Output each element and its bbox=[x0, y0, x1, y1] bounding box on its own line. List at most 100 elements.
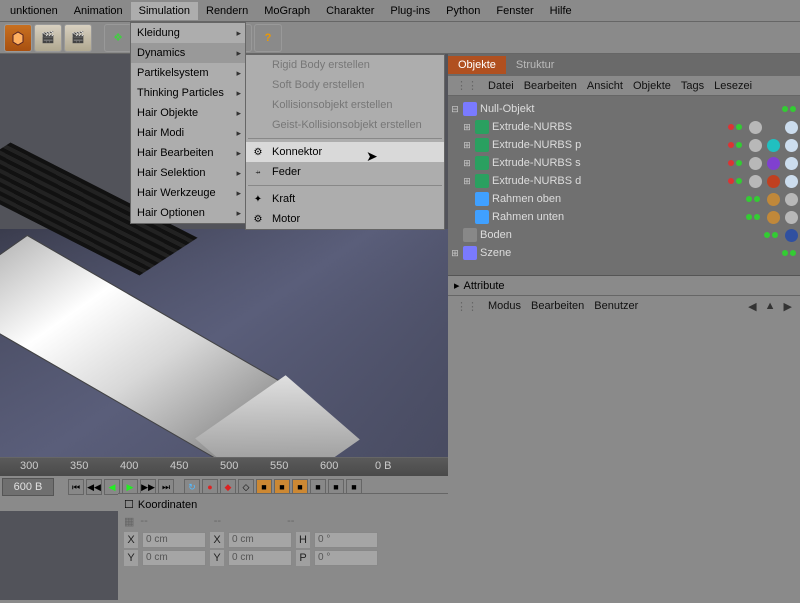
object-name[interactable]: Szene bbox=[480, 247, 779, 259]
tab-objekte[interactable]: Objekte bbox=[448, 56, 506, 74]
object-name[interactable]: Extrude-NURBS p bbox=[492, 139, 725, 151]
object-name[interactable]: Null-Objekt bbox=[480, 103, 779, 115]
expand-icon[interactable]: ⊞ bbox=[450, 248, 460, 259]
om-lesezeichen[interactable]: Lesezei bbox=[714, 80, 752, 92]
tree-row[interactable]: ⊞ Extrude-NURBS p bbox=[450, 136, 798, 154]
tag-icon[interactable] bbox=[785, 211, 798, 224]
fld-sx[interactable]: 0 cm bbox=[228, 532, 292, 548]
fld-x[interactable]: 0 cm bbox=[142, 532, 206, 548]
tag-icon[interactable] bbox=[767, 175, 780, 188]
menu-plugins[interactable]: Plug-ins bbox=[382, 2, 438, 20]
sim-item-hair-modi[interactable]: Hair Modi bbox=[131, 123, 245, 143]
sim-item-thinking-particles[interactable]: Thinking Particles bbox=[131, 83, 245, 103]
tool-a[interactable]: ❖ bbox=[104, 24, 132, 52]
nav-fwd[interactable]: ▶ bbox=[784, 300, 792, 313]
tree-row[interactable]: Rahmen unten bbox=[450, 208, 798, 226]
tag-icon[interactable] bbox=[749, 157, 762, 170]
goto-start[interactable]: ⏮ bbox=[68, 479, 84, 495]
attr-modus[interactable]: Modus bbox=[488, 300, 521, 313]
menu-mograph[interactable]: MoGraph bbox=[256, 2, 318, 20]
menu-animation[interactable]: Animation bbox=[66, 2, 131, 20]
visibility-dots[interactable] bbox=[782, 106, 796, 112]
tag-icon[interactable] bbox=[785, 139, 798, 152]
tree-row[interactable]: Boden bbox=[450, 226, 798, 244]
tree-row[interactable]: ⊞ Extrude-NURBS s bbox=[450, 154, 798, 172]
checkbox-icon[interactable]: ☐ bbox=[124, 498, 134, 511]
tag-icon[interactable] bbox=[767, 193, 780, 206]
menu-python[interactable]: Python bbox=[438, 2, 488, 20]
menu-fenster[interactable]: Fenster bbox=[488, 2, 541, 20]
visibility-dots[interactable] bbox=[782, 250, 796, 256]
menu-funktionen[interactable]: unktionen bbox=[2, 2, 66, 20]
sim-item-hair-selektion[interactable]: Hair Selektion bbox=[131, 163, 245, 183]
dyn-item-kraft[interactable]: ✦Kraft bbox=[246, 189, 444, 209]
tab-struktur[interactable]: Struktur bbox=[506, 56, 565, 74]
sim-item-dynamics[interactable]: Dynamics bbox=[131, 43, 245, 63]
grid-icon[interactable]: ▦ bbox=[124, 515, 134, 528]
timeline-ruler[interactable]: 300 350 400 450 500 550 600 0 B bbox=[0, 458, 448, 476]
tag-icon[interactable] bbox=[785, 229, 798, 242]
visibility-dots[interactable] bbox=[746, 214, 760, 220]
visibility-dots[interactable] bbox=[728, 124, 742, 130]
object-name[interactable]: Boden bbox=[480, 229, 761, 241]
tree-row[interactable]: ⊞Extrude-NURBS d bbox=[450, 172, 798, 190]
tag-icon[interactable] bbox=[749, 121, 762, 134]
step-back-key[interactable]: ◀◀ bbox=[86, 479, 102, 495]
visibility-dots[interactable] bbox=[764, 232, 778, 238]
expand-icon[interactable]: ⊟ bbox=[450, 104, 460, 115]
sim-item-hair-werkzeuge[interactable]: Hair Werkzeuge bbox=[131, 183, 245, 203]
tag-icon[interactable] bbox=[749, 175, 762, 188]
nav-up[interactable]: ▲ bbox=[765, 300, 776, 313]
om-objekte[interactable]: Objekte bbox=[633, 80, 671, 92]
tag-icon[interactable] bbox=[767, 157, 780, 170]
om-datei[interactable]: Datei bbox=[488, 80, 514, 92]
menu-hilfe[interactable]: Hilfe bbox=[542, 2, 580, 20]
tag-icon[interactable] bbox=[767, 139, 780, 152]
visibility-dots[interactable] bbox=[746, 196, 760, 202]
disclosure-icon[interactable]: ▸ bbox=[454, 279, 460, 292]
dyn-item-motor[interactable]: ⚙Motor bbox=[246, 209, 444, 229]
visibility-dots[interactable] bbox=[728, 142, 742, 148]
object-name[interactable]: Extrude-NURBS bbox=[492, 121, 725, 133]
object-name[interactable]: Rahmen oben bbox=[492, 193, 743, 205]
primitive-cube-button[interactable] bbox=[4, 24, 32, 52]
menu-simulation[interactable]: Simulation bbox=[131, 2, 198, 20]
visibility-dots[interactable] bbox=[728, 178, 742, 184]
om-bearbeiten[interactable]: Bearbeiten bbox=[524, 80, 577, 92]
menu-charakter[interactable]: Charakter bbox=[318, 2, 382, 20]
render-button-1[interactable]: 🎬 bbox=[34, 24, 62, 52]
tag-icon[interactable] bbox=[785, 121, 798, 134]
expand-icon[interactable]: ⊞ bbox=[462, 158, 472, 169]
sim-item-hair-optionen[interactable]: Hair Optionen bbox=[131, 203, 245, 223]
menu-rendern[interactable]: Rendern bbox=[198, 2, 256, 20]
object-name[interactable]: Rahmen unten bbox=[492, 211, 743, 223]
tag-icon[interactable] bbox=[767, 121, 780, 134]
render-button-2[interactable]: 🎬 bbox=[64, 24, 92, 52]
fld-sy[interactable]: 0 cm bbox=[228, 550, 292, 566]
fld-y[interactable]: 0 cm bbox=[142, 550, 206, 566]
om-ansicht[interactable]: Ansicht bbox=[587, 80, 623, 92]
expand-icon[interactable]: ⊞ bbox=[462, 140, 472, 151]
attr-benutzer[interactable]: Benutzer bbox=[594, 300, 638, 313]
dyn-item-feder[interactable]: ⍆Feder bbox=[246, 162, 444, 182]
frame-current[interactable]: 600 B bbox=[2, 478, 54, 496]
visibility-dots[interactable] bbox=[728, 160, 742, 166]
tree-row[interactable]: ⊞ Szene bbox=[450, 244, 798, 262]
sim-item-partikelsystem[interactable]: Partikelsystem bbox=[131, 63, 245, 83]
tag-icon[interactable] bbox=[749, 139, 762, 152]
tag-icon[interactable] bbox=[785, 157, 798, 170]
om-tags[interactable]: Tags bbox=[681, 80, 704, 92]
fld-h[interactable]: 0 ° bbox=[314, 532, 378, 548]
expand-icon[interactable]: ⊞ bbox=[462, 176, 472, 187]
object-name[interactable]: Extrude-NURBS s bbox=[492, 157, 725, 169]
sim-item-hair-objekte[interactable]: Hair Objekte bbox=[131, 103, 245, 123]
expand-icon[interactable]: ⊞ bbox=[462, 122, 472, 133]
sim-item-kleidung[interactable]: Kleidung bbox=[131, 23, 245, 43]
tree-row[interactable]: ⊞ Extrude-NURBS bbox=[450, 118, 798, 136]
tree-row[interactable]: Rahmen oben bbox=[450, 190, 798, 208]
attr-bearbeiten[interactable]: Bearbeiten bbox=[531, 300, 584, 313]
tree-row[interactable]: ⊟ Null-Objekt bbox=[450, 100, 798, 118]
tag-icon[interactable] bbox=[785, 175, 798, 188]
tag-icon[interactable] bbox=[767, 211, 780, 224]
nav-back[interactable]: ◀ bbox=[748, 300, 756, 313]
